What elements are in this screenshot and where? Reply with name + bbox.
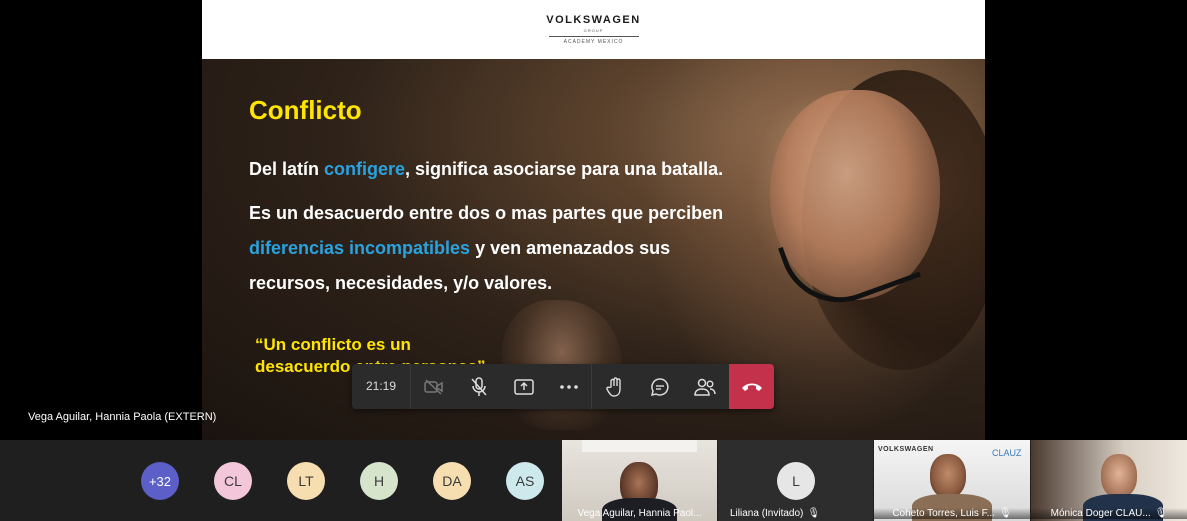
leave-call-button[interactable] (729, 364, 774, 409)
vw-logo-text: VOLKSWAGEN (546, 14, 641, 26)
hand-icon (605, 376, 621, 397)
mic-muted-icon: 🎙︎ (998, 508, 1012, 519)
participants-button[interactable] (682, 364, 727, 409)
chat-button[interactable] (637, 364, 682, 409)
quote-line-1: “Un conflicto es un (255, 335, 411, 354)
meeting-controls-bar: 21:19 (352, 364, 774, 409)
vw-group-text: GROUP (583, 28, 604, 33)
overflow-participants-button[interactable]: +32 (141, 462, 179, 500)
participant-tile-label: Liliana (Invitado) 🎙︎ (730, 508, 873, 519)
logo-divider (548, 36, 639, 37)
camera-off-icon (423, 378, 443, 395)
presenter-name-label: Vega Aguilar, Hannia Paola (EXTERN) (28, 411, 217, 423)
raise-hand-button[interactable] (592, 364, 637, 409)
line3-highlight: diferencias incompatibles (249, 238, 471, 258)
slide-title: Conflicto (249, 95, 362, 125)
participant-tile-1[interactable]: L Liliana (Invitado) 🎙︎ (718, 440, 873, 521)
mic-muted-icon: 🎙︎ (1154, 508, 1168, 519)
participant-video-face (930, 454, 966, 498)
participant-avatar-2[interactable]: H (360, 462, 398, 500)
participant-tile-0[interactable]: Vega Aguilar, Hannia Paol... (562, 440, 717, 521)
mic-mute-button[interactable] (456, 364, 501, 409)
mic-muted-icon: 🎙︎ (807, 508, 821, 519)
participant-avatar-1[interactable]: LT (287, 462, 325, 500)
share-screen-button[interactable] (501, 364, 546, 409)
ellipsis-icon (559, 384, 578, 389)
chat-icon (650, 377, 669, 396)
participant-tile-label: Coheto Torres, Luis F... 🎙︎ (874, 508, 1030, 519)
participant-name: Coheto Torres, Luis F... (892, 508, 995, 519)
camera-off-button[interactable] (411, 364, 456, 409)
participant-name: Mónica Doger CLAU... (1050, 508, 1151, 519)
participant-avatar-0[interactable]: CL (214, 462, 252, 500)
participant-avatar-4[interactable]: AS (506, 462, 544, 500)
tile-brand2-text: CLAUZ (992, 448, 1022, 458)
participant-video-face (1101, 454, 1137, 498)
participant-avatar-liliana: L (777, 462, 815, 500)
participant-tile-2[interactable]: VOLKSWAGEN CLAUZ Coheto Torres, Luis F..… (874, 440, 1030, 521)
share-tray-icon (513, 378, 534, 395)
slide-line-2: Es un desacuerdo entre dos o mas partes … (249, 203, 724, 223)
mic-off-icon (470, 376, 487, 396)
ceiling-lights (582, 440, 697, 452)
participant-tile-3[interactable]: Mónica Doger CLAU... 🎙︎ (1031, 440, 1187, 521)
slide-line-1: Del latín configere, significa asociarse… (249, 152, 723, 187)
meeting-timer: 21:19 (352, 364, 411, 409)
slide-line-4: recursos, necesidades, y/o valores. (249, 273, 553, 293)
more-actions-button[interactable] (546, 364, 591, 409)
tile-brand-text: VOLKSWAGEN (878, 446, 934, 453)
hang-up-icon (741, 383, 762, 391)
slide-line-3: diferencias incompatibles y ven amenazad… (249, 231, 670, 266)
participant-name: Liliana (Invitado) (730, 508, 804, 519)
line1-pre: Del latín (249, 159, 325, 179)
line3-post: y ven amenazados sus (470, 238, 671, 258)
slide-header: VOLKSWAGEN GROUP ACADEMY MEXICO (202, 0, 985, 59)
participant-tile-label: Vega Aguilar, Hannia Paol... (577, 508, 702, 519)
participant-tile-label: Mónica Doger CLAU... 🎙︎ (1031, 508, 1187, 519)
shared-screen: VOLKSWAGEN GROUP ACADEMY MEXICO Conflict… (0, 0, 1187, 440)
vw-academy-text: ACADEMY MEXICO (563, 39, 624, 45)
line1-highlight: configere (324, 159, 406, 179)
line1-post: , significa asociarse para una batalla. (405, 159, 724, 179)
people-icon (693, 378, 716, 396)
participant-avatar-3[interactable]: DA (433, 462, 471, 500)
